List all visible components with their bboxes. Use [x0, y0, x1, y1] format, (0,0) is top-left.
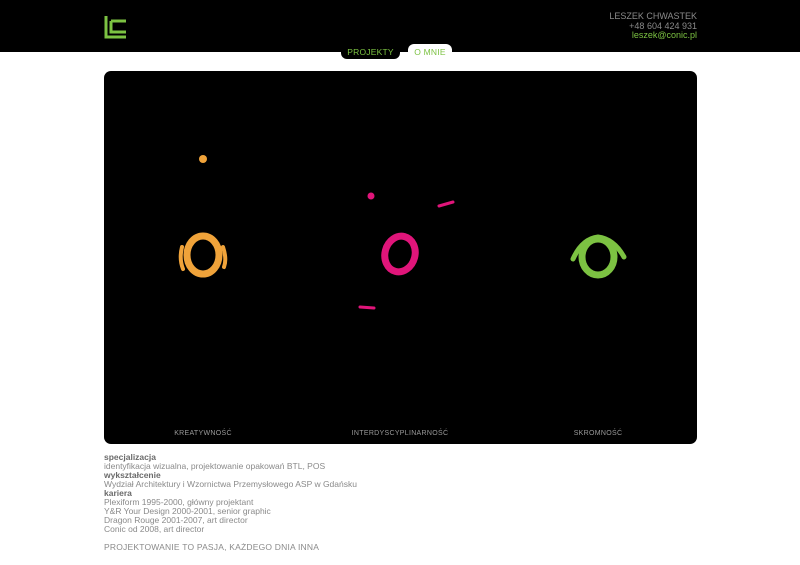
caption-skromnosc: SKROMNOŚĆ [573, 430, 623, 437]
kariera-item: Conic od 2008, art director [104, 524, 205, 534]
logo-icon[interactable] [104, 14, 128, 39]
magenta-character-icon [358, 192, 455, 310]
about-panel: KREATYWNOŚĆ INTERDYSCYPLINARNOŚĆ SKROMNO… [104, 71, 697, 444]
orange-character-icon [178, 155, 228, 278]
character-illustrations [178, 155, 627, 310]
motto-text: PROJEKTOWANIE TO PASJA, KAŻDEGO DNIA INN… [104, 542, 320, 552]
caption-kreatywnosc: KREATYWNOŚĆ [174, 430, 232, 437]
bio-section: specjalizacja identyfikacja wizualna, pr… [104, 453, 357, 534]
contact-block: LESZEK CHWASTEK +48 604 424 931 leszek@c… [609, 11, 697, 41]
email-link[interactable]: leszek@conic.pl [609, 30, 697, 41]
tab-o-mnie[interactable]: O MNIE [408, 44, 452, 59]
green-character-icon [570, 234, 627, 279]
tab-projekty[interactable]: PROJEKTY [341, 44, 400, 59]
caption-interdyscyplinarnosc: INTERDYSCYPLINARNOŚĆ [351, 430, 449, 437]
wyksztalcenie-text: Wydział Architektury i Wzornictwa Przemy… [104, 479, 357, 489]
top-bar: LESZEK CHWASTEK +48 604 424 931 leszek@c… [0, 0, 800, 52]
